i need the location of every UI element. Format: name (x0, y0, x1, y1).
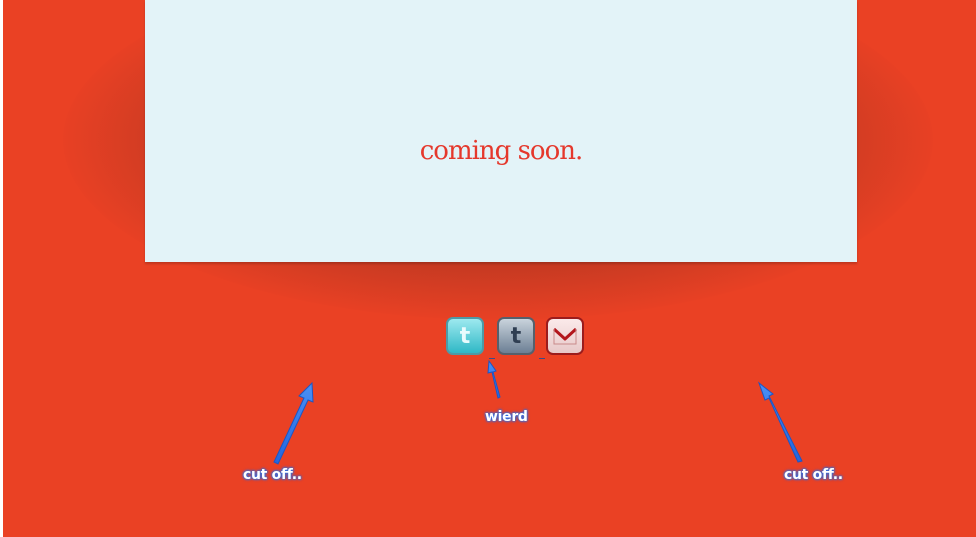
annotation-cut-off-right: cut off.. (784, 467, 843, 483)
middle-arrow (487, 359, 501, 399)
right-arrow (757, 381, 803, 463)
page-viewport: coming soon. t t cut off.. wierd cut off… (3, 0, 976, 537)
annotation-wierd: wierd (485, 409, 528, 425)
annotation-cut-off-left: cut off.. (243, 467, 302, 483)
annotation-arrows (273, 359, 803, 465)
left-arrow (273, 381, 314, 465)
